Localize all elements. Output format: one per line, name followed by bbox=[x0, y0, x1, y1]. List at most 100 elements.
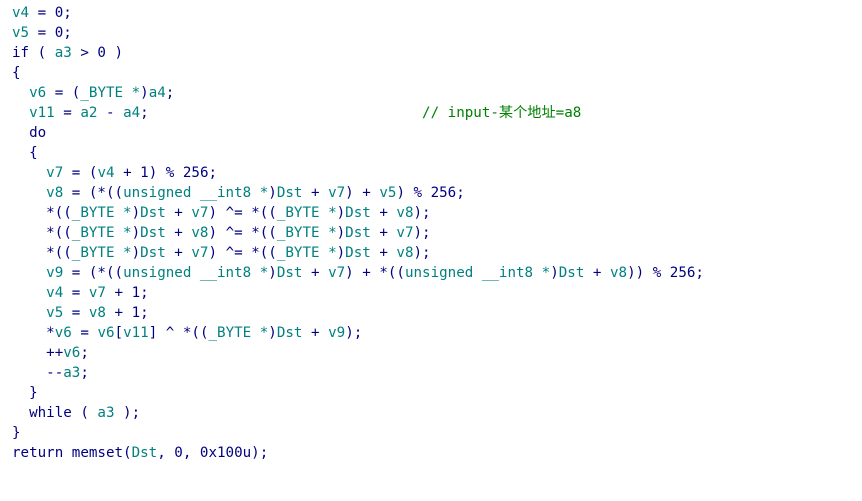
code-token-operator-text: ); bbox=[413, 245, 431, 261]
code-token-operator-text: > 0 ) bbox=[71, 45, 124, 61]
code-token-operator-text: ) bbox=[131, 225, 141, 241]
pseudocode-view[interactable]: v4 = 0; v5 = 0; if ( a3 > 0 ){ v6 = (_BYTE… bbox=[12, 3, 862, 501]
code-line[interactable]: do bbox=[12, 123, 862, 143]
code-token-type-cast: _BYTE * bbox=[208, 325, 269, 341]
code-token-operator-text: + bbox=[584, 265, 610, 281]
code-token-operator-text: { bbox=[12, 145, 38, 161]
code-line[interactable]: return memset(Dst, 0, 0x100u); bbox=[12, 443, 862, 463]
code-line[interactable]: { bbox=[12, 63, 862, 83]
code-line[interactable]: --a3; bbox=[12, 363, 862, 383]
code-token-operator-text: = bbox=[63, 305, 89, 321]
code-token-operator-text: ) bbox=[336, 225, 346, 241]
code-token-operator-text: + bbox=[165, 245, 192, 261]
code-line[interactable]: v9 = (*((unsigned __int8 *)Dst + v7) + *… bbox=[12, 263, 862, 283]
code-token-variable: Dst bbox=[345, 205, 371, 221]
code-token-variable: v9 bbox=[46, 265, 64, 281]
code-line[interactable]: v11 = a2 - a4; // input-某个地址=a8 bbox=[12, 103, 862, 123]
code-line[interactable]: v7 = (v4 + 1) % 256; bbox=[12, 163, 862, 183]
code-token-operator-text: ( bbox=[29, 45, 55, 61]
code-token-operator-text: + bbox=[302, 325, 329, 341]
code-token-function-name: memset bbox=[71, 445, 124, 461]
code-token-operator-text: ++ bbox=[12, 345, 64, 361]
code-token-operator-text: - bbox=[97, 105, 124, 121]
code-token-variable: a2 bbox=[80, 105, 98, 121]
code-token-operator-text: -- bbox=[12, 365, 64, 381]
code-token-operator-text: ) ^= *(( bbox=[208, 245, 277, 261]
code-line[interactable]: *((_BYTE *)Dst + v7) ^= *((_BYTE *)Dst +… bbox=[12, 203, 862, 223]
code-token-variable: v4 bbox=[46, 285, 64, 301]
code-line[interactable]: v4 = 0; bbox=[12, 3, 862, 23]
code-token-operator-text: ; bbox=[80, 365, 89, 381]
code-token-operator-text: ) bbox=[140, 85, 149, 101]
code-token-operator-text: = bbox=[71, 325, 98, 341]
code-line[interactable]: *((_BYTE *)Dst + v7) ^= *((_BYTE *)Dst +… bbox=[12, 243, 862, 263]
code-token-variable: Dst bbox=[276, 265, 303, 281]
code-line[interactable]: v5 = v8 + 1; bbox=[12, 303, 862, 323]
code-token-operator-text: ( bbox=[123, 445, 132, 461]
code-line[interactable]: } bbox=[12, 423, 862, 443]
code-token-variable: v8 bbox=[88, 305, 106, 321]
code-token-variable: Dst bbox=[345, 245, 371, 261]
code-line[interactable]: *((_BYTE *)Dst + v8) ^= *((_BYTE *)Dst +… bbox=[12, 223, 862, 243]
code-token-operator-text bbox=[12, 305, 46, 321]
code-token-variable: Dst bbox=[140, 225, 166, 241]
code-token-operator-text: = (*(( bbox=[63, 265, 124, 281]
code-token-operator-text: = bbox=[63, 285, 89, 301]
code-token-variable: v6 bbox=[29, 85, 47, 101]
code-token-variable: a3 bbox=[63, 365, 81, 381]
code-token-operator-text: *(( bbox=[12, 205, 72, 221]
code-line[interactable]: ++v6; bbox=[12, 343, 862, 363]
code-token-operator-text: + bbox=[370, 225, 397, 241]
code-token-variable: v7 bbox=[328, 265, 346, 281]
code-token-variable: v4 bbox=[97, 165, 115, 181]
code-token-operator-text bbox=[12, 185, 46, 201]
code-token-operator-text: ] ^ *(( bbox=[148, 325, 209, 341]
code-token-type-cast: unsigned __int8 * bbox=[123, 185, 269, 201]
code-token-operator-text: ); bbox=[114, 405, 141, 421]
code-line[interactable]: { bbox=[12, 143, 862, 163]
code-token-type-cast: unsigned __int8 * bbox=[123, 265, 269, 281]
code-token-operator-text: ); bbox=[413, 205, 431, 221]
code-token-variable: v5 bbox=[379, 185, 397, 201]
code-token-type-cast: unsigned __int8 * bbox=[404, 265, 551, 281]
code-line[interactable]: v4 = v7 + 1; bbox=[12, 283, 862, 303]
code-token-variable: v7 bbox=[88, 285, 106, 301]
code-token-operator-text bbox=[12, 105, 29, 121]
code-token-operator-text: = (*(( bbox=[63, 185, 124, 201]
code-token-operator-text: *(( bbox=[12, 245, 72, 261]
code-token-variable: v11 bbox=[29, 105, 55, 121]
code-line[interactable]: v8 = (*((unsigned __int8 *)Dst + v7) + v… bbox=[12, 183, 862, 203]
code-token-operator-text: ) ^= *(( bbox=[208, 205, 277, 221]
code-token-keyword: if bbox=[12, 45, 30, 61]
code-token-variable: v5 bbox=[46, 305, 64, 321]
code-token-operator-text bbox=[63, 445, 72, 461]
code-token-operator-text: )) % 256; bbox=[627, 265, 704, 281]
code-token-type-cast: _BYTE * bbox=[71, 205, 132, 221]
code-token-keyword: return bbox=[12, 445, 64, 461]
code-line[interactable]: } bbox=[12, 383, 862, 403]
code-token-operator-text: + bbox=[165, 205, 192, 221]
code-token-operator-text bbox=[12, 165, 46, 181]
code-token-variable: v4 bbox=[12, 5, 30, 21]
code-token-operator-text: = bbox=[54, 105, 81, 121]
code-line[interactable]: while ( a3 ); bbox=[12, 403, 862, 423]
code-token-type-cast: _BYTE * bbox=[80, 85, 141, 101]
code-token-operator-text: } bbox=[12, 425, 21, 441]
code-line[interactable]: v6 = (_BYTE *)a4; bbox=[12, 83, 862, 103]
code-token-variable: v8 bbox=[609, 265, 628, 281]
code-token-operator-text: ) + bbox=[345, 185, 380, 201]
code-line[interactable]: v5 = 0; bbox=[12, 23, 862, 43]
code-token-variable: Dst bbox=[131, 445, 158, 461]
code-token-operator-text: , 0, 0x100u); bbox=[157, 445, 269, 461]
code-token-operator-text: = 0; bbox=[29, 25, 72, 41]
code-token-keyword: while bbox=[12, 405, 72, 421]
code-token-variable: Dst bbox=[276, 185, 303, 201]
code-token-operator-text: ; bbox=[80, 345, 89, 361]
code-token-operator-text: } bbox=[12, 385, 38, 401]
code-token-operator-text: ) bbox=[336, 245, 346, 261]
code-line[interactable]: if ( a3 > 0 ) bbox=[12, 43, 862, 63]
code-line[interactable]: *v6 = v6[v11] ^ *((_BYTE *)Dst + v9); bbox=[12, 323, 862, 343]
code-token-operator-text: ); bbox=[345, 325, 363, 341]
code-token-operator-text: ) bbox=[268, 185, 277, 201]
code-token-operator-text: + 1; bbox=[105, 305, 149, 321]
